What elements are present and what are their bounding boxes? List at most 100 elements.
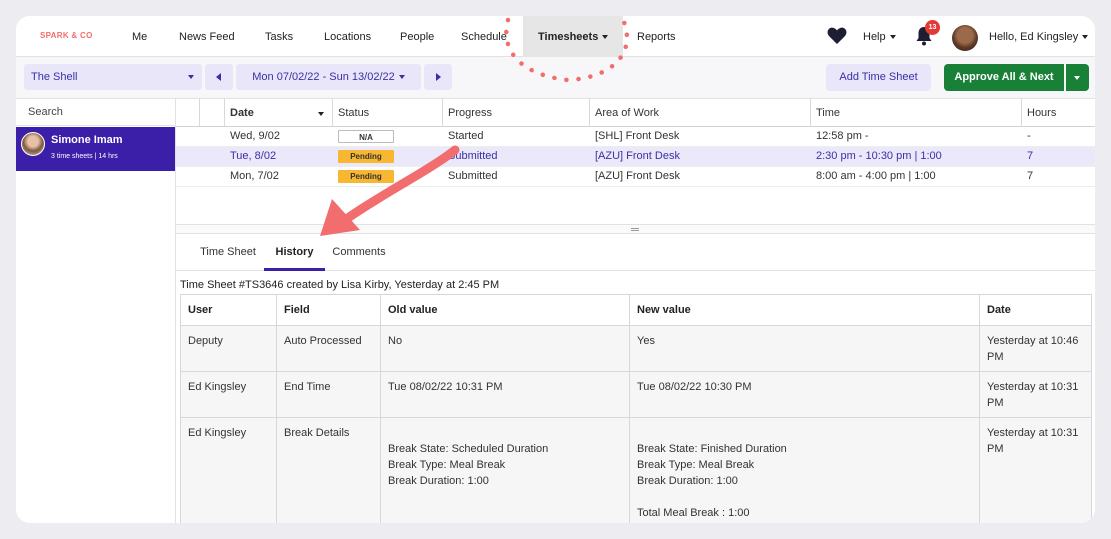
arrow-left-icon [216, 73, 221, 81]
row-date: Tue, 8/02 [230, 150, 277, 162]
row-area: [AZU] Front Desk [595, 150, 680, 162]
nav-people[interactable]: People [400, 16, 434, 57]
location-select[interactable]: The Shell [24, 64, 202, 90]
employee-name: Simone Imam [51, 134, 123, 146]
user-greeting: Hello, Ed Kingsley [989, 31, 1079, 43]
history-col-new: New value [630, 295, 980, 325]
row-hours: 7 [1027, 150, 1034, 162]
history-field: End Time [277, 372, 381, 417]
pane-resize-handle[interactable] [176, 224, 1095, 234]
nav-schedule[interactable]: Schedule [461, 16, 507, 57]
next-week-button[interactable] [424, 64, 452, 90]
caret-down-icon [889, 35, 896, 40]
column-header-time[interactable]: Time [811, 99, 1022, 126]
brand-logo[interactable]: SPARK & CO [40, 31, 93, 40]
history-col-field: Field [277, 295, 381, 325]
column-header-date[interactable]: Date [225, 99, 333, 126]
row-hours: 7 [1027, 170, 1034, 182]
row-time: 12:58 pm - [816, 130, 869, 142]
row-hours: - [1027, 130, 1031, 142]
tab-comments[interactable]: Comments [326, 234, 392, 271]
row-time: 2:30 pm - 10:30 pm | 1:00 [816, 150, 942, 162]
row-progress: Started [448, 130, 484, 142]
row-date: Wed, 9/02 [230, 130, 280, 142]
sort-caret-icon [318, 112, 324, 116]
nav-reports[interactable]: Reports [637, 16, 676, 57]
history-date: Yesterday at 10:31 PM [987, 381, 1079, 409]
tab-time-sheet[interactable]: Time Sheet [193, 234, 263, 271]
status-badge: N/A [338, 129, 394, 143]
history-col-old: Old value [381, 295, 630, 325]
table-row[interactable]: Wed, 9/02 N/A Started [SHL] Front Desk 1… [176, 127, 1095, 147]
nav-timesheets[interactable]: Timesheets [523, 16, 624, 57]
row-time: 8:00 am - 4:00 pm | 1:00 [816, 170, 936, 182]
approve-options-button[interactable] [1066, 64, 1089, 91]
nav-tasks[interactable]: Tasks [265, 16, 293, 57]
row-date: Mon, 7/02 [230, 170, 279, 182]
history-old-value: Break State: Scheduled Duration Break Ty… [381, 418, 630, 523]
history-user: Deputy [181, 326, 277, 371]
approve-all-next-button[interactable]: Approve All & Next [944, 64, 1064, 91]
app-window: SPARK & CO Me News Feed Tasks Locations … [16, 16, 1095, 523]
date-range-value: Mon 07/02/22 - Sun 13/02/22 [252, 71, 395, 83]
employee-summary: 3 time sheets | 14 hrs [51, 153, 118, 160]
history-row: Deputy Auto Processed No Yes Yesterday a… [181, 326, 1091, 372]
row-progress: Submitted [448, 150, 498, 162]
date-range-select[interactable]: Mon 07/02/22 - Sun 13/02/22 [236, 64, 421, 90]
location-select-value: The Shell [31, 71, 78, 83]
column-header-hours[interactable]: Hours [1022, 99, 1095, 126]
nav-timesheets-label: Timesheets [538, 31, 599, 43]
column-header-area[interactable]: Area of Work [590, 99, 811, 126]
heart-icon[interactable] [827, 27, 847, 45]
history-col-user: User [181, 295, 277, 325]
toolbar: The Shell Mon 07/02/22 - Sun 13/02/22 Ad… [16, 57, 1095, 99]
history-table: User Field Old value New value Date Depu… [180, 294, 1092, 523]
timesheet-meta: Time Sheet #TS3646 created by Lisa Kirby… [180, 279, 500, 291]
history-header: User Field Old value New value Date [181, 295, 1091, 326]
previous-week-button[interactable] [205, 64, 233, 90]
top-nav: SPARK & CO Me News Feed Tasks Locations … [16, 16, 1095, 57]
column-header-progress[interactable]: Progress [443, 99, 590, 126]
history-new-value: Yes [630, 326, 980, 371]
history-new-value: Break State: Finished Duration Break Typ… [630, 418, 980, 523]
user-menu[interactable]: Hello, Ed Kingsley [989, 16, 1089, 57]
caret-down-icon [398, 75, 405, 80]
history-old-value: No [381, 326, 630, 371]
user-avatar[interactable] [952, 25, 978, 51]
history-user: Ed Kingsley [181, 372, 277, 417]
column-header-status[interactable]: Status [333, 99, 443, 126]
history-field: Auto Processed [277, 326, 381, 371]
status-badge: Pending [338, 149, 394, 163]
table-row-selected[interactable]: Tue, 8/02 Pending Submitted [AZU] Front … [176, 147, 1095, 167]
arrow-right-icon [436, 73, 441, 81]
history-col-date: Date [987, 304, 1011, 316]
history-field: Break Details [277, 418, 381, 523]
select-column-header [176, 99, 200, 126]
notification-badge: 13 [925, 20, 940, 35]
history-date: Yesterday at 10:31 PM [987, 427, 1079, 455]
nav-locations[interactable]: Locations [324, 16, 371, 57]
table-row[interactable]: Mon, 7/02 Pending Submitted [AZU] Front … [176, 167, 1095, 187]
row-status: Pending [333, 147, 443, 166]
nav-me[interactable]: Me [132, 16, 147, 57]
status-badge: Pending [338, 169, 394, 183]
column-header-date-label: Date [230, 107, 254, 119]
caret-down-icon [602, 35, 609, 40]
help-menu[interactable]: Help [863, 16, 896, 57]
row-progress: Submitted [448, 170, 498, 182]
employee-search-input[interactable]: Search [16, 99, 175, 126]
nav-news-feed[interactable]: News Feed [179, 16, 235, 57]
tab-history[interactable]: History [264, 234, 325, 271]
grip-icon [631, 228, 639, 231]
history-row: Ed Kingsley End Time Tue 08/02/22 10:31 … [181, 372, 1091, 418]
table-header: Date Status Progress Area of Work Time H… [176, 99, 1095, 127]
help-label: Help [863, 31, 886, 43]
history-date: Yesterday at 10:46 PM [987, 335, 1079, 363]
caret-down-icon [188, 75, 194, 79]
employee-list-item[interactable]: Simone Imam 3 time sheets | 14 hrs [16, 127, 175, 171]
caret-down-icon [1082, 35, 1089, 40]
row-status: Pending [333, 167, 443, 186]
history-row: Ed Kingsley Break Details Break State: S… [181, 418, 1091, 523]
row-area: [SHL] Front Desk [595, 130, 680, 142]
add-timesheet-button[interactable]: Add Time Sheet [826, 64, 931, 91]
